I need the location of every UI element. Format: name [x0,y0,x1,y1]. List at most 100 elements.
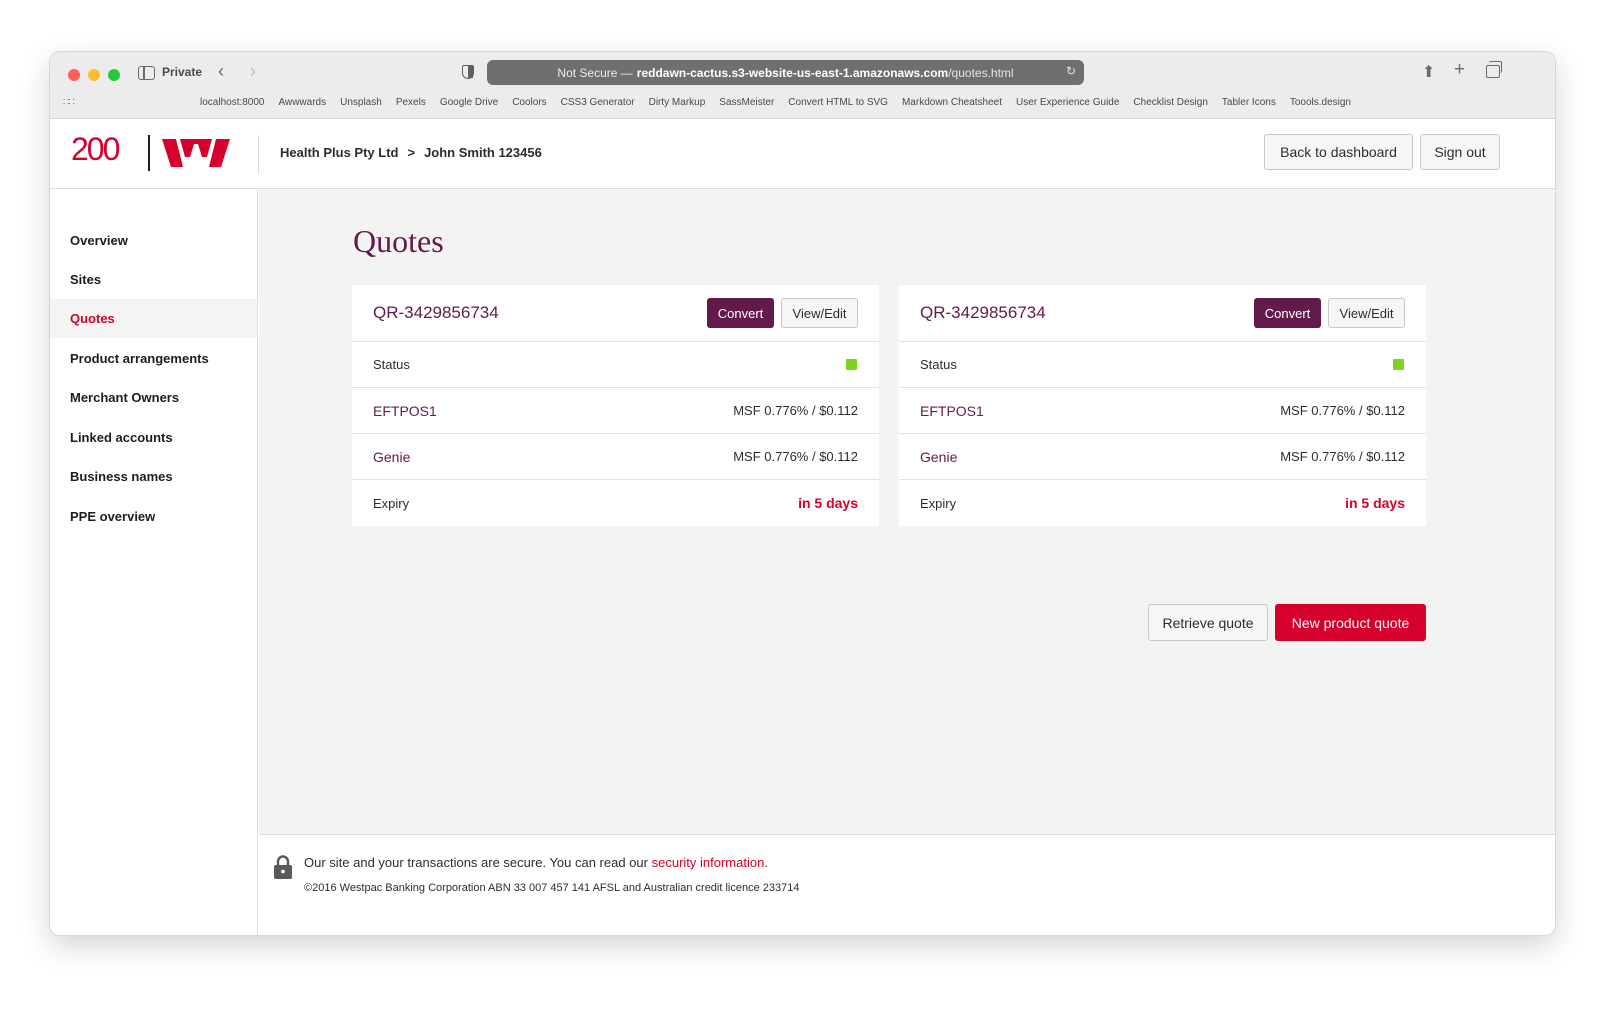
sidebar-nav: Overview Sites Quotes Product arrangemen… [50,189,258,935]
status-indicator [1393,359,1404,370]
bookmark-item[interactable]: Convert HTML to SVG [788,97,888,108]
product-name[interactable]: Genie [373,449,410,465]
bookmark-item[interactable]: Markdown Cheatsheet [902,97,1002,108]
bookmark-item[interactable]: User Experience Guide [1016,97,1119,108]
sign-out-button[interactable]: Sign out [1420,134,1500,170]
page-footer: Our site and your transactions are secur… [259,834,1555,935]
quote-card: QR-3429856734 Convert View/Edit Status E… [899,285,1426,526]
bookmark-item[interactable]: Unsplash [340,97,382,108]
lock-icon [274,855,292,879]
copyright-text: ©2016 Westpac Banking Corporation ABN 33… [304,882,800,894]
bookmarks-bar: localhost:8000 Awwwards Unsplash Pexels … [200,97,1351,108]
bookmark-item[interactable]: Checklist Design [1133,97,1207,108]
status-label: Status [920,357,957,372]
minimize-window-button[interactable] [88,69,100,81]
product-name[interactable]: EFTPOS1 [920,403,984,419]
product-msf: MSF 0.776% / $0.112 [733,403,858,418]
logo-divider [148,135,150,171]
westpac-logo-icon[interactable] [162,139,230,167]
expiry-row: Expiry in 5 days [352,480,879,526]
sidebar-item-ppe-overview[interactable]: PPE overview [50,497,257,536]
expiry-value: in 5 days [798,495,858,511]
breadcrumb-customer: John Smith 123456 [424,145,542,160]
app-header: 200 Health Plus Pty Ltd > John Smith 123… [50,119,1555,189]
quote-id: QR-3429856734 [920,303,1046,322]
bookmark-item[interactable]: Coolors [512,97,546,108]
close-window-button[interactable] [68,69,80,81]
bookmark-item[interactable]: Toools.design [1290,97,1351,108]
zoom-window-button[interactable] [108,69,120,81]
sidebar-toggle-icon[interactable] [138,66,155,80]
back-arrow-icon[interactable]: ‹ [218,61,224,82]
product-row: EFTPOS1 MSF 0.776% / $0.112 [899,388,1426,434]
breadcrumb: Health Plus Pty Ltd > John Smith 123456 [280,145,542,160]
anniversary-logo[interactable]: 200 [71,131,120,168]
expiry-value: in 5 days [1345,495,1405,511]
shield-icon[interactable] [462,65,474,79]
sidebar-item-merchant-owners[interactable]: Merchant Owners [50,378,257,417]
browser-window: Private ‹ › Not Secure — reddawn-cactus.… [50,52,1555,935]
status-indicator [846,359,857,370]
forward-arrow-icon[interactable]: › [250,61,256,82]
quote-card-header: QR-3429856734 Convert View/Edit [352,285,879,342]
sidebar-item-product-arrangements[interactable]: Product arrangements [50,339,257,378]
main-content: Quotes QR-3429856734 Convert View/Edit S… [259,189,1555,834]
retrieve-quote-button[interactable]: Retrieve quote [1148,604,1268,641]
plus-icon[interactable]: + [1454,59,1465,81]
product-row: Genie MSF 0.776% / $0.112 [899,434,1426,480]
bookmark-item[interactable]: Awwwards [279,97,327,108]
url-host: reddawn-cactus.s3-website-us-east-1.amaz… [636,65,949,80]
sidebar-item-quotes[interactable]: Quotes [50,299,257,338]
product-msf: MSF 0.776% / $0.112 [1280,403,1405,418]
convert-button[interactable]: Convert [1254,298,1321,328]
sidebar-item-overview[interactable]: Overview [50,221,257,260]
product-row: EFTPOS1 MSF 0.776% / $0.112 [352,388,879,434]
view-edit-button[interactable]: View/Edit [781,298,858,328]
bookmark-item[interactable]: CSS3 Generator [561,97,635,108]
grid-icon[interactable]: ∷∷ [63,97,75,108]
bookmark-item[interactable]: localhost:8000 [200,97,265,108]
bookmark-item[interactable]: Google Drive [440,97,498,108]
reload-icon[interactable]: ↻ [1066,64,1076,78]
status-row: Status [899,342,1426,388]
status-label: Status [373,357,410,372]
address-bar[interactable]: Not Secure — reddawn-cactus.s3-website-u… [487,60,1084,85]
share-icon[interactable]: ⬆ [1422,62,1435,82]
bookmark-item[interactable]: SassMeister [719,97,774,108]
new-product-quote-button[interactable]: New product quote [1275,604,1426,641]
product-name[interactable]: Genie [920,449,957,465]
browser-toolbar: Private ‹ › Not Secure — reddawn-cactus.… [50,52,1555,119]
header-divider [258,135,259,174]
status-row: Status [352,342,879,388]
private-label: Private [162,65,203,79]
bookmark-item[interactable]: Tabler Icons [1222,97,1276,108]
page-title: Quotes [353,223,444,259]
sidebar-item-linked-accounts[interactable]: Linked accounts [50,418,257,457]
security-notice: Our site and your transactions are secur… [304,855,768,870]
product-row: Genie MSF 0.776% / $0.112 [352,434,879,480]
expiry-label: Expiry [920,495,957,511]
quote-card-header: QR-3429856734 Convert View/Edit [899,285,1426,342]
bookmark-item[interactable]: Dirty Markup [649,97,706,108]
url-path: /quotes.html [948,65,1014,80]
sidebar-item-business-names[interactable]: Business names [50,457,257,496]
bookmark-item[interactable]: Pexels [396,97,426,108]
quote-card: QR-3429856734 Convert View/Edit Status E… [352,285,879,526]
breadcrumb-separator: > [407,145,416,160]
view-edit-button[interactable]: View/Edit [1328,298,1405,328]
breadcrumb-company[interactable]: Health Plus Pty Ltd [280,145,398,160]
convert-button[interactable]: Convert [707,298,774,328]
product-msf: MSF 0.776% / $0.112 [1280,449,1405,464]
expiry-label: Expiry [373,495,410,511]
sidebar-item-sites[interactable]: Sites [50,260,257,299]
quote-id: QR-3429856734 [373,303,499,322]
window-controls [68,69,120,81]
security-information-link[interactable]: security information [652,855,765,870]
back-to-dashboard-button[interactable]: Back to dashboard [1264,134,1413,170]
tabs-icon[interactable] [1486,61,1502,78]
product-name[interactable]: EFTPOS1 [373,403,437,419]
product-msf: MSF 0.776% / $0.112 [733,449,858,464]
url-security-label: Not Secure — [557,65,633,80]
expiry-row: Expiry in 5 days [899,480,1426,526]
security-text: Our site and your transactions are secur… [304,855,648,870]
